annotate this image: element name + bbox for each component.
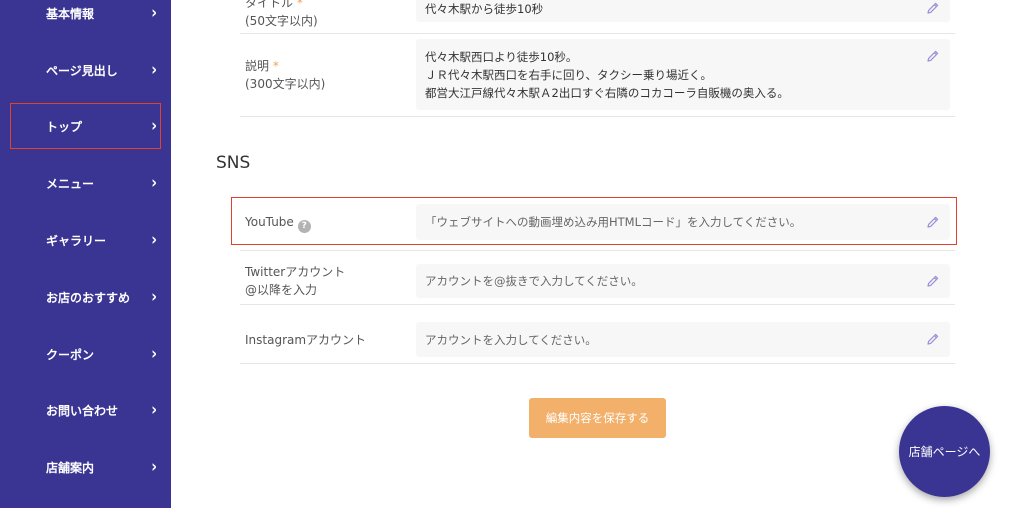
sidebar-item-top[interactable]: トップ › xyxy=(10,103,161,149)
title-value: 代々木駅から徒歩10秒 xyxy=(425,2,544,16)
pencil-icon[interactable] xyxy=(926,1,940,15)
youtube-highlight-box xyxy=(231,197,957,245)
required-mark: * xyxy=(272,59,279,73)
title-label-text: タイトル xyxy=(245,0,294,10)
sidebar-item-label: トップ xyxy=(46,119,83,134)
sidebar-item-menu[interactable]: メニュー › xyxy=(0,161,171,205)
title-field[interactable]: 代々木駅から徒歩10秒 xyxy=(416,0,950,22)
required-mark: * xyxy=(296,0,303,10)
description-line: 都営大江戸線代々木駅Ａ2出口すぐ右隣のコカコーラ自販機の奥入る。 xyxy=(425,86,789,100)
chevron-right-icon: › xyxy=(151,173,157,193)
sidebar-item-label: 基本情報 xyxy=(46,6,95,21)
twitter-field[interactable]: アカウントを@抜きで入力してください。 xyxy=(416,264,950,298)
sidebar-item-label: クーポン xyxy=(46,347,95,362)
chevron-right-icon: › xyxy=(151,3,157,23)
instagram-label: Instagramアカウント xyxy=(245,331,366,349)
description-line: ＪＲ代々木駅西口を右手に回り、タクシー乗り場近く。 xyxy=(425,68,713,82)
chevron-right-icon: › xyxy=(151,230,157,250)
sidebar-item-label: メニュー xyxy=(46,176,95,191)
instagram-row: Instagramアカウント アカウントを入力してください。 xyxy=(240,305,955,364)
chevron-right-icon: › xyxy=(151,60,157,80)
store-page-button[interactable]: 店舗ページへ xyxy=(899,406,990,497)
pencil-icon[interactable] xyxy=(926,274,940,288)
sidebar: 基本情報 › ページ見出し › トップ › メニュー › ギャラリー › お店の… xyxy=(0,0,171,508)
description-sublabel: (300文字以内) xyxy=(245,77,326,91)
sidebar-item-recommend[interactable]: お店のおすすめ › xyxy=(0,275,171,319)
sidebar-item-coupon[interactable]: クーポン › xyxy=(0,332,171,376)
save-button[interactable]: 編集内容を保存する xyxy=(529,398,666,438)
main-content: タイトル * (50文字以内) 代々木駅から徒歩10秒 説明 * (300文字以… xyxy=(171,0,1024,508)
sidebar-item-label: お店のおすすめ xyxy=(46,290,131,305)
sidebar-item-label: 店舗案内 xyxy=(46,460,95,475)
title-label: タイトル * (50文字以内) xyxy=(245,0,318,30)
instagram-label-text: Instagramアカウント xyxy=(245,333,367,347)
pencil-icon[interactable] xyxy=(926,332,940,346)
twitter-label-text: Twitterアカウント xyxy=(245,265,346,279)
sidebar-item-label: お問い合わせ xyxy=(46,403,119,418)
twitter-row: Twitterアカウント @以降を入力 アカウントを@抜きで入力してください。 xyxy=(240,251,955,305)
store-page-button-label: 店舗ページへ xyxy=(908,445,981,459)
sidebar-item-label: ギャラリー xyxy=(46,233,107,248)
sidebar-item-basic-info[interactable]: 基本情報 › xyxy=(0,0,171,35)
chevron-right-icon: › xyxy=(151,400,157,420)
sidebar-item-page-heading[interactable]: ページ見出し › xyxy=(0,48,171,92)
description-field[interactable]: 代々木駅西口より徒歩10秒。 ＪＲ代々木駅西口を右手に回り、タクシー乗り場近く。… xyxy=(416,39,950,110)
chevron-right-icon: › xyxy=(151,344,157,364)
title-row: タイトル * (50文字以内) 代々木駅から徒歩10秒 xyxy=(240,0,955,34)
sidebar-item-label: ページ見出し xyxy=(46,63,118,78)
chevron-right-icon: › xyxy=(151,116,157,136)
instagram-placeholder: アカウントを入力してください。 xyxy=(425,333,597,347)
chevron-right-icon: › xyxy=(151,457,157,477)
twitter-sublabel: @以降を入力 xyxy=(245,283,318,297)
twitter-label: Twitterアカウント @以降を入力 xyxy=(245,263,345,299)
description-row: 説明 * (300文字以内) 代々木駅西口より徒歩10秒。 ＪＲ代々木駅西口を右… xyxy=(240,34,955,117)
sidebar-item-contact[interactable]: お問い合わせ › xyxy=(0,388,171,432)
sns-section-title: SNS xyxy=(216,153,251,173)
sidebar-item-gallery[interactable]: ギャラリー › xyxy=(0,218,171,262)
title-sublabel: (50文字以内) xyxy=(245,14,318,28)
sidebar-item-store-info[interactable]: 店舗案内 › xyxy=(0,445,171,489)
description-label: 説明 * (300文字以内) xyxy=(245,57,325,93)
description-label-text: 説明 xyxy=(245,59,270,73)
description-line: 代々木駅西口より徒歩10秒。 xyxy=(425,50,578,64)
instagram-field[interactable]: アカウントを入力してください。 xyxy=(416,322,950,357)
twitter-placeholder: アカウントを@抜きで入力してください。 xyxy=(425,274,643,288)
chevron-right-icon: › xyxy=(151,287,157,307)
pencil-icon[interactable] xyxy=(926,49,940,63)
